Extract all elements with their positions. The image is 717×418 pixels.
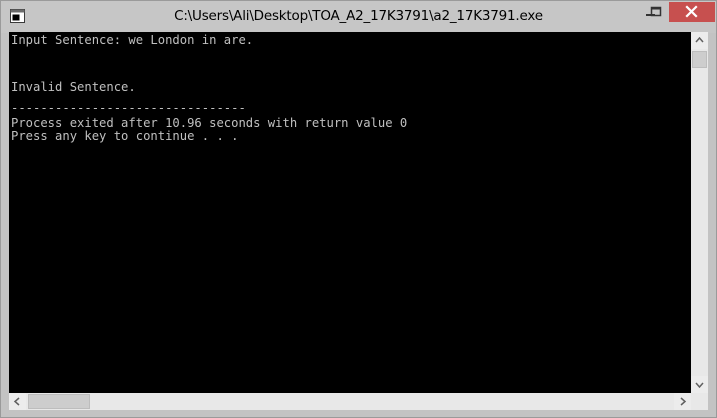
scroll-down-button[interactable] [691,376,708,393]
close-icon [685,5,698,18]
title-bar[interactable]: C:\Users\Ali\Desktop\TOA_A2_17K3791\a2_1… [1,1,716,33]
console-line-result: Invalid Sentence. [11,80,136,94]
scroll-right-arrow-icon [680,397,687,406]
scroll-right-button[interactable] [674,393,691,410]
console-line-press-any-key: Press any key to continue . . . [11,129,239,143]
scroll-up-button[interactable] [691,32,708,49]
maximize-icon [650,6,662,17]
console-line-separator: -------------------------------- [11,101,246,115]
console-window: C:\Users\Ali\Desktop\TOA_A2_17K3791\a2_1… [0,0,717,418]
scroll-left-button[interactable] [9,393,26,410]
scroll-up-arrow-icon [695,36,704,43]
close-button[interactable] [669,2,715,22]
scrollbar-corner [691,393,708,410]
console-line-input-sentence: Input Sentence: we London in are. [11,33,254,47]
scroll-down-arrow-icon [695,382,704,389]
horizontal-scroll-thumb[interactable] [28,394,90,409]
horizontal-scrollbar[interactable] [9,393,691,410]
scroll-left-arrow-icon [13,397,20,406]
window-title: C:\Users\Ali\Desktop\TOA_A2_17K3791\a2_1… [174,8,543,24]
console-output-area[interactable]: Input Sentence: we London in are. Invali… [9,32,691,393]
vertical-scrollbar[interactable] [691,32,708,393]
vertical-scroll-thumb[interactable] [692,51,707,68]
maximize-button[interactable] [642,2,668,22]
